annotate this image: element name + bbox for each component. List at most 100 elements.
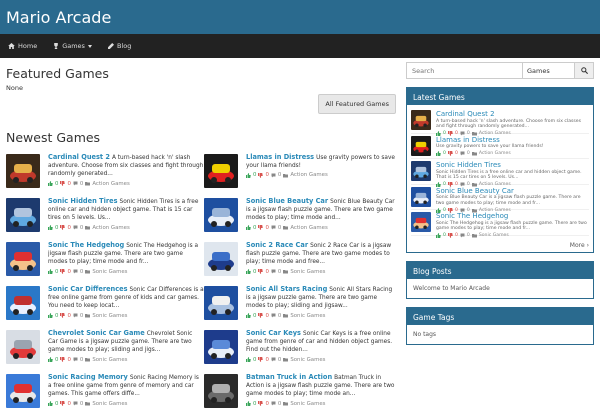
latest-game-thumbnail[interactable] <box>411 186 431 207</box>
game-meta: 0 0 0 Sonic Games <box>48 356 204 364</box>
game-summary: Llamas in Distress Use gravity powers to … <box>246 153 396 197</box>
comment-count: 0 <box>79 224 84 231</box>
site-header: Mario Arcade <box>0 0 600 34</box>
game-category-link[interactable]: Sonic Games <box>479 233 509 238</box>
latest-game-thumbnail[interactable] <box>411 135 431 156</box>
latest-game-item: Sonic Blue Beauty Car Sonic Blue Beauty C… <box>411 185 589 213</box>
latest-game-thumbnail[interactable] <box>411 212 431 232</box>
game-category-link[interactable]: Sonic Games <box>290 268 325 276</box>
game-title-link[interactable]: Sonic 2 Race Car <box>246 241 308 249</box>
comment-icon <box>271 173 276 178</box>
game-description-block: Sonic 2 Race Car Sonic 2 Race Car is a ji… <box>246 241 396 267</box>
game-thumbnail[interactable] <box>6 286 40 320</box>
game-thumbnail[interactable] <box>6 198 40 232</box>
search-input[interactable] <box>406 62 523 79</box>
game-title-link[interactable]: Sonic Hidden Tires <box>48 197 118 205</box>
more-label: More <box>569 241 585 249</box>
game-thumbnail[interactable] <box>204 374 238 408</box>
nav-home[interactable]: Home <box>8 42 37 50</box>
game-category-link[interactable]: Sonic Games <box>92 312 127 320</box>
nav-games[interactable]: Games <box>53 42 92 50</box>
thumbs-down-icon <box>60 357 66 363</box>
game-title-link[interactable]: Cardinal Quest 2 <box>48 153 110 161</box>
latest-game-title-link[interactable]: Sonic Blue Beauty Car <box>436 187 589 196</box>
nav-games-label: Games <box>62 42 85 50</box>
pencil-icon <box>107 43 114 49</box>
latest-game-title-link[interactable]: Sonic The Hedgehog <box>436 212 589 221</box>
downvote-count: 0 <box>454 233 458 239</box>
game-title-link[interactable]: Llamas in Distress <box>246 153 314 161</box>
game-category-link[interactable]: Action Games <box>290 224 327 232</box>
game-category-link[interactable]: Sonic Games <box>290 356 325 364</box>
game-thumbnail[interactable] <box>6 374 40 408</box>
more-link[interactable]: More › <box>407 239 593 252</box>
nav-blog[interactable]: Blog <box>107 42 131 50</box>
thumbs-up-icon <box>48 181 53 187</box>
search-category-select[interactable]: Games <box>523 62 575 79</box>
thumbs-up-icon <box>246 269 251 275</box>
downvote-count: 0 <box>265 172 269 179</box>
game-meta: 0 0 0 Sonic Games <box>246 356 396 364</box>
game-thumbnail[interactable] <box>204 198 238 232</box>
game-category-link[interactable]: Sonic Games <box>92 400 127 408</box>
downvote-count: 0 <box>67 312 71 319</box>
game-title-link[interactable]: Sonic The Hedgehog <box>48 241 124 249</box>
game-title-link[interactable]: Sonic Car Keys <box>246 329 301 337</box>
upvote-count: 0 <box>253 224 257 231</box>
game-title-link[interactable]: Batman Truck in Action <box>246 373 332 381</box>
latest-game-title-link[interactable]: Sonic Hidden Tires <box>436 161 589 170</box>
game-thumbnail[interactable] <box>204 154 238 188</box>
thumbs-up-icon <box>246 401 251 407</box>
thumbs-up-icon <box>246 313 251 319</box>
thumbs-down-icon <box>258 173 264 178</box>
game-category-link[interactable]: Action Games <box>92 224 129 232</box>
comment-icon <box>271 225 276 230</box>
comment-count: 0 <box>79 356 84 363</box>
thumbs-up-icon <box>436 233 441 239</box>
game-title-link[interactable]: Chevrolet Sonic Car Game <box>48 329 145 337</box>
game-thumbnail[interactable] <box>204 330 238 364</box>
game-category-link[interactable]: Action Games <box>479 151 511 156</box>
all-featured-games-button[interactable]: All Featured Games <box>318 94 396 114</box>
game-title-link[interactable]: Sonic Racing Memory <box>48 373 128 381</box>
comment-icon <box>73 269 78 274</box>
game-category-link[interactable]: Action Games <box>290 171 327 179</box>
site-title[interactable]: Mario Arcade <box>6 8 111 27</box>
latest-games-list: Cardinal Quest 2A turn-based hack 'n' sl… <box>407 105 593 239</box>
game-thumbnail[interactable] <box>204 286 238 320</box>
thumbs-up-icon <box>48 401 53 407</box>
game-title-link[interactable]: Sonic Car Differences <box>48 285 128 293</box>
folder-icon <box>283 270 289 274</box>
latest-game-title-link[interactable]: Cardinal Quest 2 <box>436 110 589 119</box>
comment-icon <box>271 269 276 274</box>
featured-title: Featured Games <box>6 66 109 81</box>
latest-game-thumbnail[interactable] <box>411 161 431 181</box>
game-thumbnail[interactable] <box>6 154 40 188</box>
game-category-link[interactable]: Sonic Games <box>92 268 127 276</box>
game-category-link[interactable]: Sonic Games <box>290 400 325 408</box>
sidebar: Games Latest Games Cardinal Quest 2A tur… <box>406 62 594 345</box>
game-category-link[interactable]: Sonic Games <box>92 356 127 364</box>
game-meta: 0 0 0 Action Games <box>246 224 396 232</box>
game-title-link[interactable]: Sonic Blue Beauty Car <box>246 197 328 205</box>
game-thumbnail[interactable] <box>204 242 238 276</box>
game-thumbnail[interactable] <box>6 242 40 276</box>
search-button[interactable] <box>575 62 594 79</box>
downvote-count: 0 <box>454 150 458 156</box>
game-card: Cardinal Quest 2A turn-based hack 'n' sl… <box>6 153 204 197</box>
game-title-link[interactable]: Sonic All Stars Racing <box>246 285 327 293</box>
game-meta: 0 0 0 Sonic Games <box>48 268 204 276</box>
comment-count: 0 <box>277 172 282 179</box>
blog-post-link[interactable]: Welcome to Mario Arcade <box>407 279 593 298</box>
search-bar: Games <box>406 62 594 79</box>
game-description-block: Sonic The Hedgehog Sonic The Hedgehog is … <box>48 241 204 267</box>
game-category-link[interactable]: Action Games <box>92 180 129 188</box>
game-summary: Sonic The Hedgehog Sonic The Hedgehog is … <box>48 241 204 285</box>
latest-game-thumbnail[interactable] <box>411 110 431 130</box>
game-thumbnail[interactable] <box>6 330 40 364</box>
latest-game-title-link[interactable]: Llamas in Distress <box>436 136 544 145</box>
comment-count: 0 <box>277 400 282 407</box>
upvote-count: 0 <box>253 268 257 275</box>
upvote-count: 0 <box>443 233 446 239</box>
game-category-link[interactable]: Sonic Games <box>290 312 325 320</box>
